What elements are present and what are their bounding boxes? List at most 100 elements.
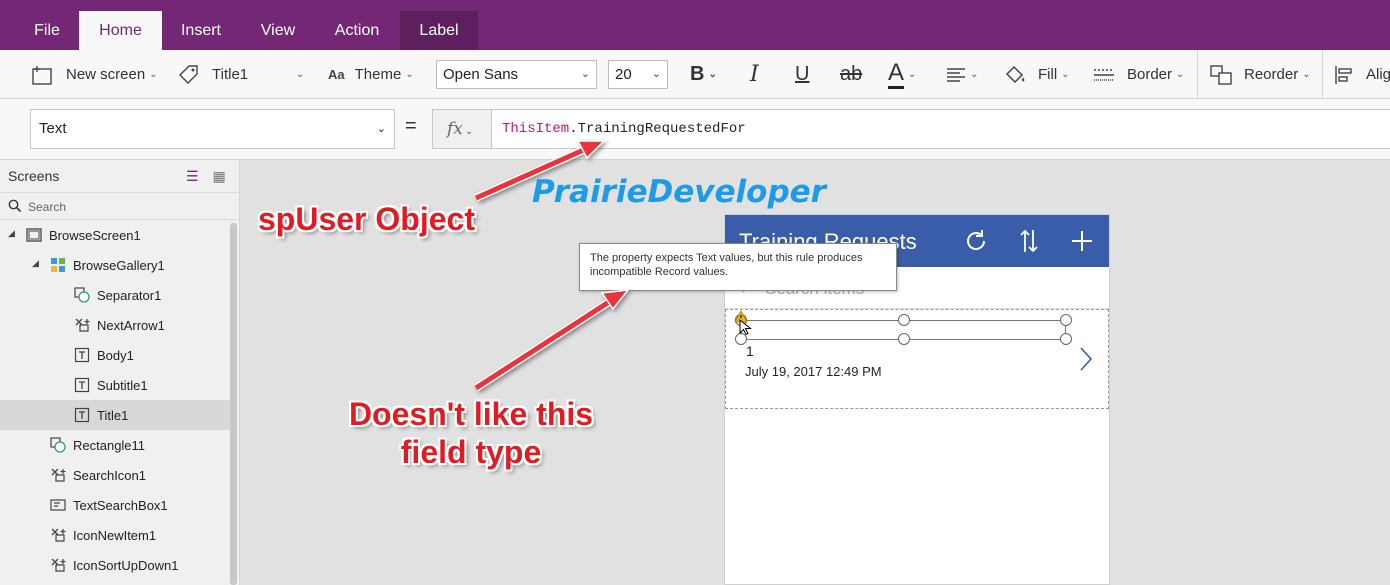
equals-sign: = <box>405 115 417 137</box>
formula-input[interactable]: ThisItem.TrainingRequestedFor <box>491 109 1390 149</box>
resize-handle[interactable] <box>1060 333 1072 345</box>
ribbon-separator <box>1322 50 1323 99</box>
grid-view-icon[interactable]: ▦ <box>212 168 225 184</box>
tree-item-searchicon1[interactable]: SearchIcon1 <box>0 460 230 490</box>
font-size-value: 20 <box>615 66 632 83</box>
border-label: Border <box>1127 66 1173 83</box>
chevron-down-icon: ⌄ <box>405 69 414 80</box>
font-color-button[interactable]: A ⌄ <box>888 50 916 99</box>
panel-title: Screens <box>8 168 60 184</box>
screen-icon <box>26 227 42 243</box>
tree-item-iconsortupdown1[interactable]: IconSortUpDown1 <box>0 550 230 580</box>
tree-item-textsearchbox1[interactable]: TextSearchBox1 <box>0 490 230 520</box>
menu-bar: File Home Insert View Action Label <box>0 0 1390 50</box>
tree-item-label: Body1 <box>97 348 134 363</box>
chevron-down-icon: ⌄ <box>1176 69 1185 80</box>
chevron-down-icon: ⌄ <box>708 69 717 80</box>
tab-insert[interactable]: Insert <box>168 11 234 50</box>
fx-icon: fx <box>447 119 463 139</box>
chevron-down-icon: ⌄ <box>296 69 305 80</box>
tree-item-browsescreen1[interactable]: ◢ BrowseScreen1 <box>0 220 230 250</box>
ribbon-toolbar: New screen ⌄ Title1 ⌄ Aa Theme ⌄ Open Sans … <box>0 50 1390 99</box>
tree-item-browsegallery1[interactable]: ◢ BrowseGallery1 <box>0 250 230 280</box>
tab-action[interactable]: Action <box>325 11 389 50</box>
add-icon[interactable] <box>1069 228 1095 257</box>
bold-button[interactable]: B ⌄ <box>690 50 717 99</box>
tab-home[interactable]: Home <box>79 11 162 50</box>
tree-item-label: IconSortUpDown1 <box>73 558 179 573</box>
shape-icon <box>50 437 66 453</box>
control-selector[interactable]: Title1 ⌄ <box>178 50 304 99</box>
gallery-item-date: July 19, 2017 12:49 PM <box>745 364 882 379</box>
text-label-icon <box>74 377 90 393</box>
chevron-down-icon: ⌄ <box>908 69 917 80</box>
tree-scrollbar[interactable] <box>230 223 237 585</box>
expand-arrow-icon[interactable]: ◢ <box>8 228 15 239</box>
tab-file[interactable]: File <box>20 11 74 50</box>
icon-control-icon <box>50 557 66 573</box>
warning-icon[interactable] <box>734 310 754 339</box>
callout-line-1: Doesn't like this <box>348 396 594 432</box>
underline-icon: U <box>795 63 810 85</box>
tree-item-label: IconNewItem1 <box>73 528 157 543</box>
font-size-select[interactable]: 20 ⌄ <box>608 60 668 89</box>
theme-icon: Aa <box>328 67 345 82</box>
tree-search-box[interactable]: Search <box>0 192 240 220</box>
browse-gallery[interactable]: 1 July 19, 2017 12:49 PM <box>725 309 1109 409</box>
next-arrow-icon[interactable] <box>1079 346 1093 375</box>
view-toggle[interactable]: ☰ ▦ <box>186 168 226 185</box>
tree-item-title1[interactable]: Title1 <box>0 400 230 430</box>
italic-icon: I <box>750 62 759 87</box>
error-tooltip: The property expects Text values, but th… <box>579 243 897 291</box>
tree-item-label: Title1 <box>97 408 129 423</box>
tree-item-label: NextArrow1 <box>97 318 165 333</box>
underline-button[interactable]: U <box>795 50 809 99</box>
reorder-button[interactable]: Reorder ⌄ <box>1210 50 1311 99</box>
refresh-icon[interactable] <box>963 228 989 257</box>
property-select[interactable]: Text ⌄ <box>30 109 395 149</box>
italic-button[interactable]: I <box>750 50 759 99</box>
align-label: Alig <box>1366 66 1390 83</box>
tree-item-label: Subtitle1 <box>97 378 148 393</box>
font-color-icon: A <box>888 60 905 89</box>
ribbon-separator <box>1197 50 1198 99</box>
tab-label[interactable]: Label <box>400 11 478 50</box>
align-button[interactable]: Alig <box>1334 50 1390 99</box>
tree-item-subtitle1[interactable]: Subtitle1 <box>0 370 230 400</box>
paint-bucket-icon <box>1004 64 1026 86</box>
tree-item-separator1[interactable]: Separator1 <box>0 280 230 310</box>
icon-control-icon <box>50 527 66 543</box>
fx-button[interactable]: fx ⌄ <box>432 109 492 149</box>
strikethrough-button[interactable]: ab <box>840 50 862 99</box>
tree-item-label: Separator1 <box>97 288 162 303</box>
resize-handle[interactable] <box>898 333 910 345</box>
new-screen-icon <box>32 65 55 85</box>
text-align-button[interactable]: ⌄ <box>946 50 978 99</box>
formula-keyword: ThisItem <box>502 121 570 137</box>
theme-button[interactable]: Aa Theme ⌄ <box>328 50 414 99</box>
border-button[interactable]: Border ⌄ <box>1093 50 1184 99</box>
font-family-select[interactable]: Open Sans ⌄ <box>436 60 597 89</box>
tree-item-body1[interactable]: Body1 <box>0 340 230 370</box>
watermark-text: PrairieDeveloper <box>532 174 826 210</box>
align-lines-icon <box>946 67 966 83</box>
reorder-label: Reorder <box>1244 66 1299 83</box>
tab-view[interactable]: View <box>250 11 306 50</box>
tree-item-nextarrow1[interactable]: NextArrow1 <box>0 310 230 340</box>
list-view-icon[interactable]: ☰ <box>186 168 199 184</box>
sort-up-down-icon[interactable] <box>1017 228 1041 257</box>
fill-label: Fill <box>1038 66 1058 83</box>
chevron-down-icon: ⌄ <box>580 68 590 80</box>
tree-item-iconnewitem1[interactable]: IconNewItem1 <box>0 520 230 550</box>
tag-icon <box>178 64 200 86</box>
gallery-item-title: 1 <box>746 343 754 359</box>
new-screen-button[interactable]: New screen ⌄ <box>32 50 158 99</box>
expand-arrow-icon[interactable]: ◢ <box>32 258 39 269</box>
reorder-icon <box>1210 64 1232 85</box>
resize-handle[interactable] <box>898 314 910 326</box>
fill-button[interactable]: Fill ⌄ <box>1004 50 1070 99</box>
chevron-down-icon: ⌄ <box>149 69 158 80</box>
border-style-icon <box>1093 68 1115 82</box>
tree-item-rectangle11[interactable]: Rectangle11 <box>0 430 230 460</box>
resize-handle[interactable] <box>1060 314 1072 326</box>
